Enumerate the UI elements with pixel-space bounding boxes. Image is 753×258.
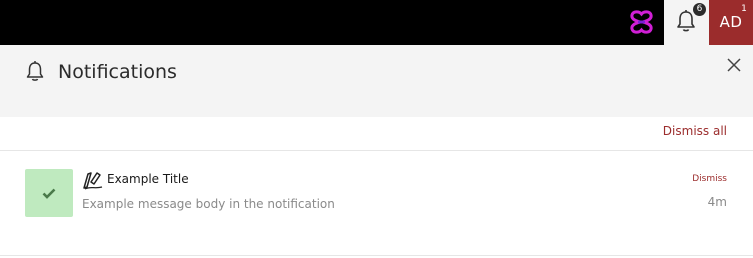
top-navigation-bar: 6 AD 1 [0,0,753,45]
notification-timestamp: 4m [707,195,727,209]
notification-title: Example Title [107,172,189,186]
notification-body: Example message body in the notification [82,197,335,211]
divider [0,150,753,151]
bell-icon [26,61,44,81]
signature-pen-icon [83,172,103,190]
dismiss-button[interactable]: Dismiss [692,174,727,184]
dismiss-all-button[interactable]: Dismiss all [663,124,727,138]
page-title: Notifications [58,61,177,83]
checkmark-icon [42,188,56,199]
notification-count-badge: 6 [693,3,706,16]
notification-status-tile [25,169,73,217]
divider [0,255,753,256]
close-icon[interactable] [727,58,741,72]
brand-logo-icon[interactable] [629,10,654,34]
avatar-count-badge: 1 [741,4,747,14]
notifications-panel-header: Notifications [0,45,753,117]
